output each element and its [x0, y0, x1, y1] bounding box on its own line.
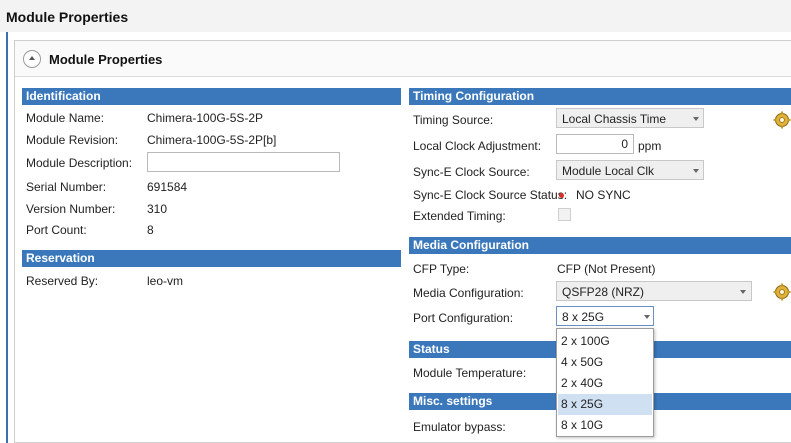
emulator-bypass-label: Emulator bypass: [413, 420, 506, 434]
identification-header: Identification [22, 88, 401, 105]
extended-timing-label: Extended Timing: [413, 209, 506, 223]
port-count-label: Port Count: [26, 223, 87, 237]
media-configuration-header: Media Configuration [409, 237, 791, 254]
module-revision-value: Chimera-100G-5S-2P[b] [147, 133, 277, 147]
port-configuration-select[interactable]: 8 x 25G [556, 306, 654, 326]
extended-timing-checkbox[interactable] [558, 208, 571, 221]
media-configuration-label: Media Configuration: [413, 286, 524, 300]
timing-source-select[interactable]: Local Chassis Time [556, 108, 704, 128]
panel-header: Module Properties [15, 41, 791, 77]
port-configuration-dropdown: 2 x 100G 4 x 50G 2 x 40G 8 x 25G 8 x 10G [556, 328, 654, 437]
dropdown-option-8x25g[interactable]: 8 x 25G [558, 394, 652, 415]
module-description-label: Module Description: [26, 156, 133, 170]
dropdown-option-2x40g[interactable]: 2 x 40G [558, 373, 652, 394]
timing-configuration-header: Timing Configuration [409, 88, 791, 105]
synce-clock-source-status-label: Sync-E Clock Source Status: [413, 188, 568, 202]
reserved-by-label: Reserved By: [26, 274, 99, 288]
media-configuration-select[interactable]: QSFP28 (NRZ) [556, 281, 752, 301]
local-clock-adjustment-label: Local Clock Adjustment: [413, 139, 542, 153]
chevron-down-icon [740, 290, 746, 294]
ppm-unit-label: ppm [638, 139, 662, 153]
synce-clock-source-status-value: NO SYNC [576, 188, 631, 202]
page-header: Module Properties [0, 0, 791, 32]
chevron-down-icon [644, 315, 650, 319]
gear-icon[interactable] [773, 283, 791, 301]
dropdown-option-4x50g[interactable]: 4 x 50G [558, 352, 652, 373]
synce-clock-source-label: Sync-E Clock Source: [413, 165, 530, 179]
serial-number-value: 691584 [147, 180, 188, 194]
timing-source-label: Timing Source: [413, 113, 494, 127]
media-configuration-value: QSFP28 (NRZ) [562, 285, 645, 299]
page-title: Module Properties [6, 9, 129, 25]
version-number-label: Version Number: [26, 202, 116, 216]
reservation-header: Reservation [22, 250, 401, 267]
synce-clock-source-select[interactable]: Module Local Clk [556, 160, 704, 180]
chevron-down-icon [693, 169, 699, 173]
gear-icon[interactable] [773, 111, 791, 129]
local-clock-adjustment-input[interactable]: 0 [556, 134, 634, 154]
port-configuration-value: 8 x 25G [562, 310, 605, 324]
module-name-value: Chimera-100G-5S-2P [147, 111, 264, 125]
reserved-by-value: leo-vm [147, 274, 184, 288]
dropdown-option-8x10g[interactable]: 8 x 10G [558, 415, 652, 436]
left-accent-line [6, 32, 8, 443]
panel-title: Module Properties [49, 52, 163, 67]
chevron-down-icon [693, 117, 699, 121]
port-count-value: 8 [147, 223, 154, 237]
status-dot-icon [559, 193, 564, 198]
port-configuration-label: Port Configuration: [413, 311, 514, 325]
module-description-input[interactable] [147, 152, 340, 172]
version-number-value: 310 [147, 202, 168, 216]
chevron-up-icon [29, 56, 35, 60]
module-revision-label: Module Revision: [26, 133, 119, 147]
cfp-type-value: CFP (Not Present) [557, 262, 656, 276]
synce-clock-source-value: Module Local Clk [562, 164, 655, 178]
cfp-type-label: CFP Type: [413, 262, 470, 276]
module-temperature-label: Module Temperature: [413, 366, 527, 380]
module-name-label: Module Name: [26, 111, 105, 125]
timing-source-value: Local Chassis Time [562, 112, 667, 126]
collapse-button[interactable] [23, 50, 41, 68]
serial-number-label: Serial Number: [26, 180, 107, 194]
dropdown-option-2x100g[interactable]: 2 x 100G [558, 331, 652, 352]
